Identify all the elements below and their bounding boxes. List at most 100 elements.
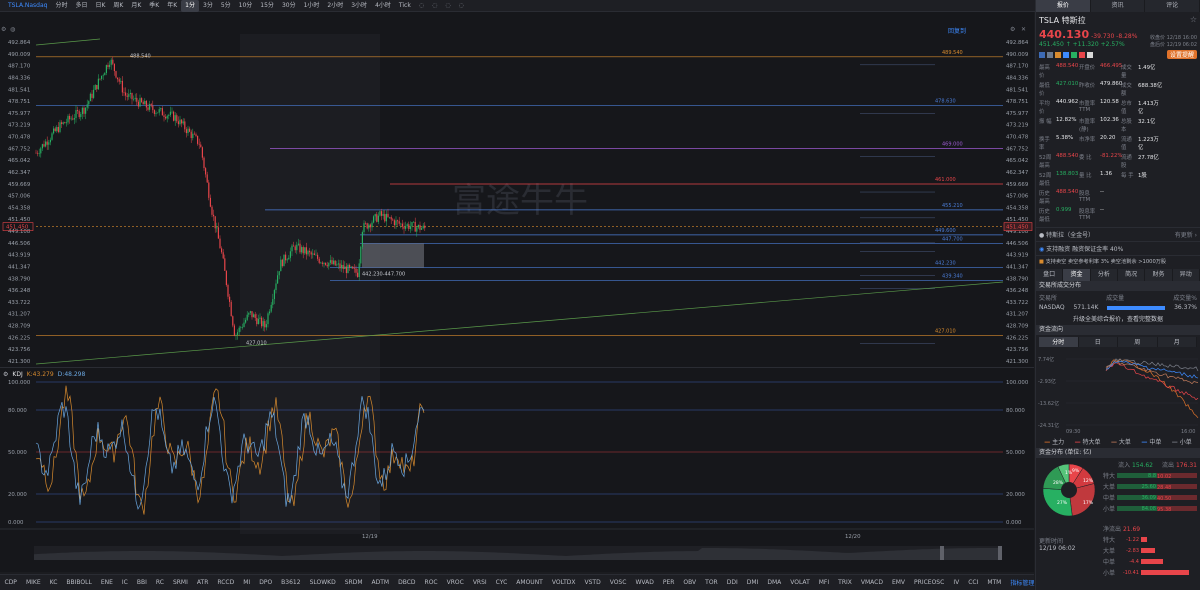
- indicator-22[interactable]: AMOUNT: [512, 579, 548, 586]
- ticker-label[interactable]: TSLA.Nasdaq: [4, 0, 51, 12]
- indicator-14[interactable]: SLOWKD: [305, 579, 340, 586]
- subtab-5[interactable]: 异动: [1172, 269, 1200, 281]
- chart-icon[interactable]: [1063, 51, 1069, 58]
- indicator-0[interactable]: CDP: [0, 579, 21, 586]
- indicator-32[interactable]: DMA: [763, 579, 786, 586]
- grid-icon[interactable]: ◌: [428, 0, 441, 12]
- indicator-6[interactable]: BBI: [132, 579, 151, 586]
- indicator-23[interactable]: VOLTDX: [547, 579, 580, 586]
- star-icon[interactable]: ☆: [1190, 15, 1197, 26]
- subtab-0[interactable]: 盘口: [1036, 269, 1064, 281]
- panel-tab-2[interactable]: 评论: [1145, 0, 1200, 12]
- indicator-10[interactable]: RCCD: [213, 579, 239, 586]
- indicator-2[interactable]: KC: [45, 579, 62, 586]
- flow-tab-3[interactable]: 月: [1157, 337, 1197, 347]
- interval-3[interactable]: 周K: [109, 0, 127, 12]
- indicator-28[interactable]: OBV: [679, 579, 701, 586]
- interval-10[interactable]: 10分: [235, 0, 257, 12]
- mail-icon[interactable]: [1079, 51, 1085, 58]
- interval-4[interactable]: 月K: [127, 0, 145, 12]
- indicator-3[interactable]: BBIBOLL: [62, 579, 96, 586]
- indicator-15[interactable]: SRDM: [340, 579, 367, 586]
- panel-tab-1[interactable]: 资讯: [1090, 0, 1146, 12]
- scroll-handle-left[interactable]: [940, 546, 944, 560]
- gap-box[interactable]: [362, 243, 424, 268]
- indicator-19[interactable]: VROC: [442, 579, 468, 586]
- interval-15[interactable]: 3小时: [347, 0, 371, 12]
- flow-tab-1[interactable]: 日: [1078, 337, 1118, 347]
- scroll-handle-right[interactable]: [998, 546, 1002, 560]
- indicator-17[interactable]: DBCD: [394, 579, 420, 586]
- interval-13[interactable]: 1小时: [300, 0, 324, 12]
- settings-icon[interactable]: ⚙: [1010, 26, 1015, 33]
- chart-area[interactable]: 富途牛牛 489.540 478.630 469.000 461.000 455.210…: [0, 12, 1034, 572]
- subtab-3[interactable]: 简况: [1117, 269, 1146, 281]
- doc-icon[interactable]: [1047, 51, 1053, 58]
- flow-tab-2[interactable]: 周: [1118, 337, 1158, 347]
- interval-7[interactable]: 1分: [181, 0, 199, 12]
- interval-2[interactable]: 日K: [91, 0, 109, 12]
- kdj-title[interactable]: KDJ: [12, 371, 22, 378]
- indicator-37[interactable]: EMV: [887, 579, 909, 586]
- kdj-settings-icon[interactable]: ⚙: [3, 371, 8, 378]
- indicator-41[interactable]: MTM: [983, 579, 1006, 586]
- trendline[interactable]: [35, 281, 1004, 365]
- interval-0[interactable]: 分时: [51, 0, 71, 12]
- alert-button[interactable]: 设置提醒: [1166, 50, 1197, 59]
- bell-icon[interactable]: [1087, 51, 1093, 58]
- indicator-16[interactable]: ADTM: [367, 579, 394, 586]
- indicator-7[interactable]: RC: [151, 579, 168, 586]
- rescale-button[interactable]: 回复到: [948, 26, 966, 35]
- s-icon[interactable]: [1055, 51, 1061, 58]
- indicator-mgmt-button[interactable]: 指标管理: [1006, 578, 1039, 587]
- indicator-25[interactable]: VOSC: [605, 579, 631, 586]
- indicator-27[interactable]: PER: [658, 579, 679, 586]
- indicator-9[interactable]: ATR: [192, 579, 212, 586]
- interval-14[interactable]: 2小时: [323, 0, 347, 12]
- interval-8[interactable]: 3分: [199, 0, 217, 12]
- exchange-upgrade[interactable]: 升级全美综合报价，查看完整数据: [1039, 314, 1197, 323]
- indicator-21[interactable]: CYC: [491, 579, 512, 586]
- panel-tab-0[interactable]: 报价: [1036, 0, 1091, 12]
- interval-1[interactable]: 多日: [71, 0, 91, 12]
- interval-5[interactable]: 季K: [145, 0, 163, 12]
- close-icon[interactable]: ✕: [1021, 26, 1026, 33]
- indicator-30[interactable]: DDI: [722, 579, 742, 586]
- main-chart-svg[interactable]: 富途牛牛 489.540 478.630 469.000 461.000 455.210…: [0, 12, 1034, 572]
- flow-tab-0[interactable]: 分时: [1039, 337, 1079, 347]
- shareholder-label[interactable]: ● 特斯拉（全金号）: [1039, 230, 1094, 239]
- indicator-20[interactable]: VRSI: [468, 579, 491, 586]
- indicator-33[interactable]: VOLAT: [786, 579, 815, 586]
- eye-icon[interactable]: ◌: [441, 0, 454, 12]
- indicator-5[interactable]: IC: [117, 579, 132, 586]
- indicator-34[interactable]: MFI: [814, 579, 833, 586]
- interval-16[interactable]: 4小时: [371, 0, 395, 12]
- indicator-35[interactable]: TRIX: [834, 579, 857, 586]
- gear-icon[interactable]: ⚙: [1, 26, 6, 33]
- indicator-12[interactable]: DPO: [255, 579, 277, 586]
- subtab-2[interactable]: 分析: [1090, 269, 1118, 281]
- indicator-8[interactable]: SRMI: [168, 579, 192, 586]
- indicator-38[interactable]: PRICEOSC: [910, 579, 949, 586]
- subtab-4[interactable]: 财务: [1145, 269, 1173, 281]
- indicator-39[interactable]: IV: [949, 579, 964, 586]
- indicator-26[interactable]: WVAD: [631, 579, 658, 586]
- indicator-40[interactable]: CCI: [964, 579, 983, 586]
- indicator-18[interactable]: ROC: [420, 579, 442, 586]
- indicator-29[interactable]: TOR: [701, 579, 723, 586]
- indicator-36[interactable]: VMACD: [856, 579, 887, 586]
- indicator-31[interactable]: DMI: [742, 579, 763, 586]
- subtab-1[interactable]: 资金: [1063, 269, 1091, 281]
- indicator-13[interactable]: B3612: [277, 579, 305, 586]
- indicator-1[interactable]: MIKE: [21, 579, 45, 586]
- clock-icon[interactable]: ◌: [455, 0, 468, 12]
- more-update-link[interactable]: 有更新 ›: [1175, 230, 1197, 239]
- interval-11[interactable]: 15分: [256, 0, 278, 12]
- lock-icon[interactable]: ◍: [10, 26, 15, 33]
- fx-icon[interactable]: ◌: [415, 0, 428, 12]
- interval-12[interactable]: 30分: [278, 0, 300, 12]
- indicator-11[interactable]: MI: [239, 579, 255, 586]
- indicator-24[interactable]: VSTD: [580, 579, 605, 586]
- interval-9[interactable]: 5分: [217, 0, 235, 12]
- indicator-4[interactable]: ENE: [96, 579, 117, 586]
